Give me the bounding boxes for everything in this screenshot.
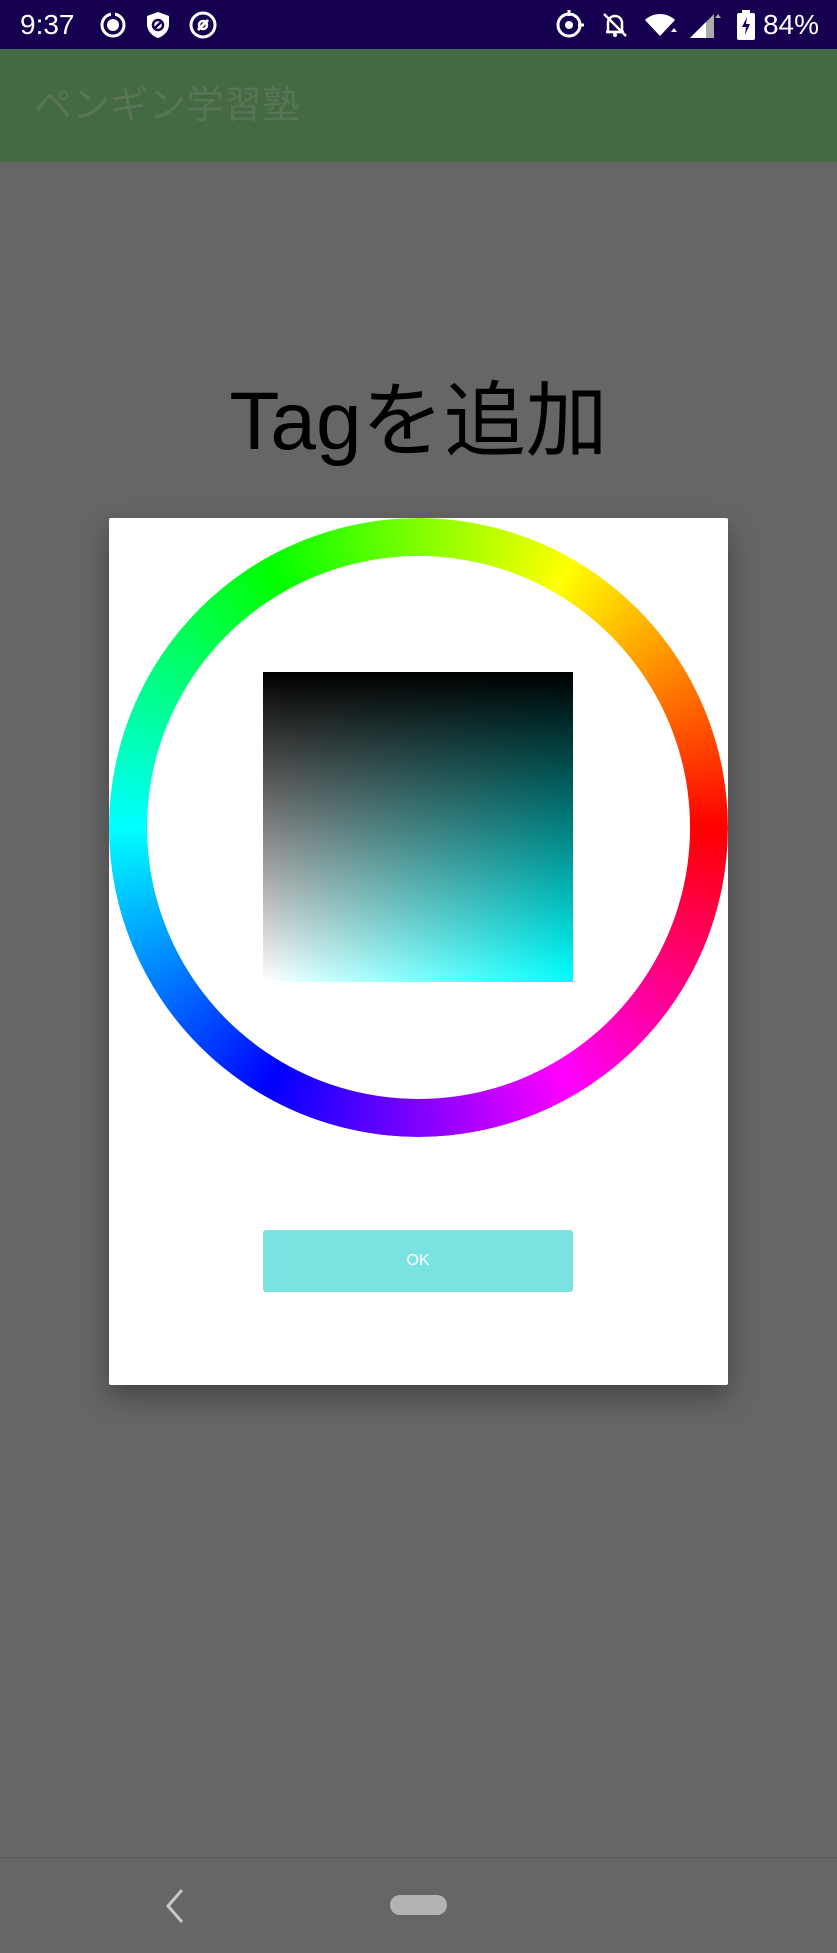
color-picker-dialog: OK	[109, 518, 728, 1385]
home-pill-icon[interactable]	[390, 1895, 447, 1915]
wifi-icon	[645, 14, 677, 36]
sync-icon	[100, 12, 126, 38]
navigation-bar	[0, 1857, 837, 1953]
battery-charging-icon	[737, 10, 755, 40]
saturation-value-square[interactable]	[263, 672, 573, 982]
status-bar: 9:37 84%	[0, 0, 837, 49]
status-time: 9:37	[20, 9, 75, 40]
battery-percentage: 84%	[762, 9, 819, 40]
blocked-icon	[189, 11, 217, 39]
page-heading: Tagを追加	[229, 376, 608, 467]
shield-icon	[147, 12, 169, 38]
notifications-off-icon	[603, 13, 627, 37]
signal-icon	[690, 14, 721, 38]
ok-button[interactable]: OK	[263, 1230, 573, 1292]
app-title: ペンギン学習塾	[34, 83, 301, 127]
back-icon[interactable]	[160, 1884, 190, 1928]
location-icon	[556, 10, 584, 38]
screen: 9:37 84% ペンギン学習塾 Tagを追加 OK	[0, 0, 837, 1953]
